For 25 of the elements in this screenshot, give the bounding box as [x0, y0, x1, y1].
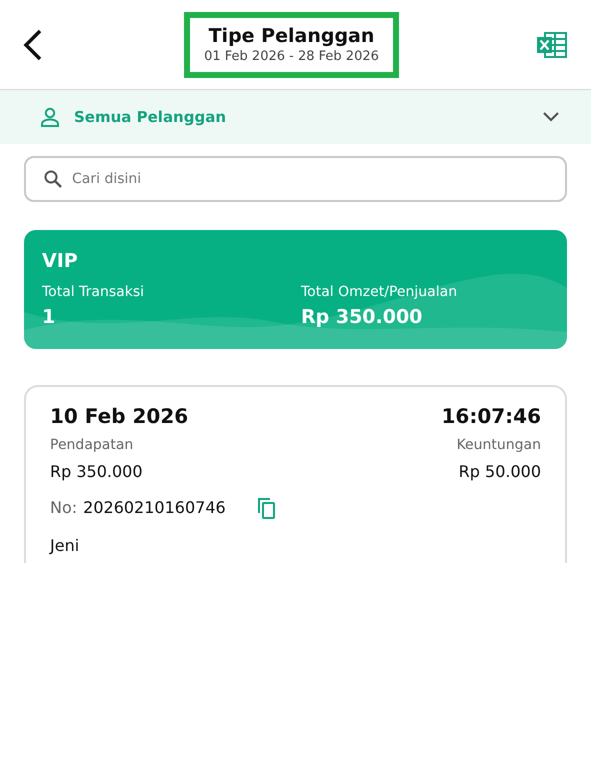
customer-name: Jeni — [50, 535, 80, 557]
copy-icon — [256, 497, 276, 519]
page-title: Tipe Pelanggan — [208, 24, 374, 48]
filter-label: Semua Pelanggan — [74, 106, 228, 128]
transaction-time: 16:07:46 — [442, 403, 541, 430]
income-label: Pendapatan — [50, 436, 134, 455]
total-transactions-label: Total Transaksi — [42, 283, 146, 302]
spreadsheet-icon — [536, 30, 568, 58]
person-icon — [40, 107, 60, 127]
total-revenue-value: Rp 350.000 — [301, 305, 424, 330]
date-range: 01 Feb 2026 - 28 Feb 2026 — [204, 48, 379, 66]
profit-label: Keuntungan — [456, 436, 541, 455]
total-transactions-value: 1 — [42, 305, 56, 330]
number-label: No: — [50, 497, 78, 519]
profit-value: Rp 50.000 — [458, 461, 541, 483]
transaction-card[interactable]: 10 Feb 2026 16:07:46 Pendapatan Keuntungan Rp 350.000 Rp 50.000 No: 20260210160746 Jeni — [24, 385, 567, 563]
total-revenue-label: Total Omzet/Penjualan — [301, 283, 458, 302]
search-field[interactable]: Cari disini — [24, 156, 567, 202]
chevron-down-icon — [543, 112, 559, 122]
transaction-number: 20260210160746 — [83, 497, 226, 519]
back-icon — [22, 28, 44, 60]
customer-type-title: VIP — [42, 249, 79, 274]
transaction-date: 10 Feb 2026 — [50, 403, 188, 430]
search-icon — [44, 170, 62, 188]
income-value: Rp 350.000 — [50, 461, 143, 483]
